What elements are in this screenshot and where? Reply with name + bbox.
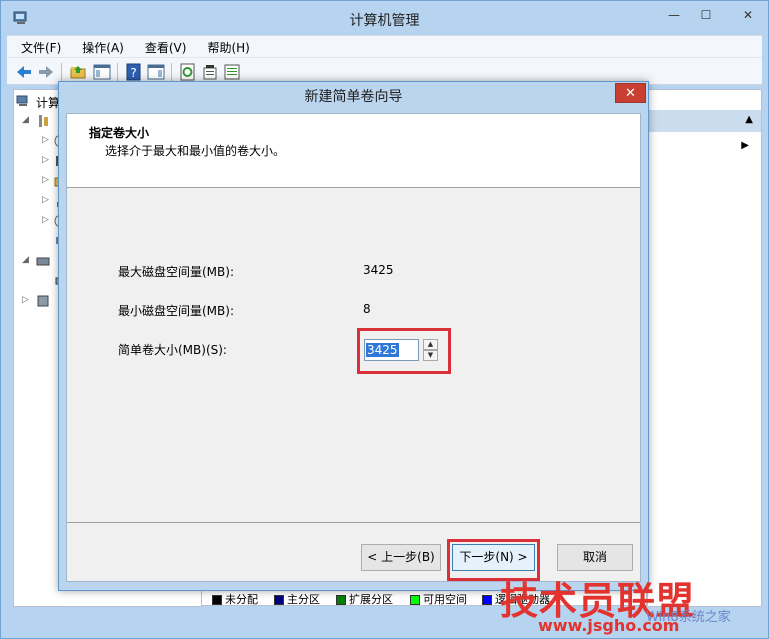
step-title: 指定卷大小 — [89, 126, 150, 140]
dialog-close-button[interactable]: ✕ — [615, 83, 646, 103]
watermark: 技术员联盟 Win8系统之家 www.jsgho.com — [498, 566, 769, 639]
collapsed-arrow-icon[interactable]: ▷ — [42, 175, 49, 185]
collapsed-arrow-icon[interactable]: ▷ — [42, 195, 49, 205]
system-tools-icon — [39, 115, 48, 127]
new-simple-volume-wizard: 新建简单卷向导 ✕ 指定卷大小 选择介于最大和最小值的卷大小。 最大磁盘空间量(… — [58, 81, 649, 591]
refresh-icon[interactable] — [179, 63, 197, 81]
show-hide-action-pane-icon[interactable] — [147, 63, 165, 81]
back-arrow-icon[interactable] — [15, 63, 33, 81]
toolbar-separator — [117, 63, 118, 81]
back-button[interactable]: < 上一步(B) — [361, 544, 441, 571]
action-pane: ▲ ▶ — [647, 89, 762, 607]
menu-bar: 文件(F) 操作(A) 查看(V) 帮助(H) — [7, 35, 762, 57]
max-space-value: 3425 — [363, 263, 394, 277]
menu-action[interactable]: 操作(A) — [68, 36, 131, 56]
minimize-button[interactable]: — — [661, 7, 687, 25]
toolbar-separator — [171, 63, 172, 81]
legend-primary: 主分区 — [274, 591, 320, 606]
folder-up-icon[interactable] — [69, 63, 87, 81]
legend-free: 可用空间 — [410, 591, 467, 606]
collapsed-arrow-icon[interactable]: ▷ — [42, 155, 49, 165]
volume-size-highlight: 3425 ▲ ▼ — [357, 328, 451, 374]
help-icon[interactable]: ? — [125, 63, 143, 81]
watermark-url: www.jsgho.com — [538, 616, 680, 635]
dialog-body: 指定卷大小 选择介于最大和最小值的卷大小。 最大磁盘空间量(MB): 3425 … — [66, 113, 641, 582]
max-space-label: 最大磁盘空间量(MB): — [118, 265, 234, 279]
svg-text:?: ? — [130, 66, 136, 80]
show-hide-tree-icon[interactable] — [93, 63, 111, 81]
services-icon — [37, 295, 49, 307]
wizard-header: 指定卷大小 选择介于最大和最小值的卷大小。 — [67, 114, 640, 188]
title-bar[interactable]: 计算机管理 — ☐ ✕ — [1, 1, 768, 35]
menu-file[interactable]: 文件(F) — [7, 36, 68, 56]
collapsed-arrow-icon[interactable]: ▷ — [22, 295, 29, 305]
footer-divider — [67, 522, 640, 523]
spin-up-button[interactable]: ▲ — [423, 339, 438, 350]
dialog-title: 新建简单卷向导 — [304, 89, 403, 105]
computer-management-icon — [16, 95, 28, 106]
export-list-icon[interactable] — [223, 63, 241, 81]
menu-help[interactable]: 帮助(H) — [193, 36, 256, 56]
expanded-arrow-icon[interactable]: ◢ — [22, 255, 29, 265]
menu-view[interactable]: 查看(V) — [131, 36, 194, 56]
volume-size-input[interactable]: 3425 — [364, 339, 419, 361]
min-space-label: 最小磁盘空间量(MB): — [118, 304, 234, 318]
expanded-arrow-icon[interactable]: ◢ — [22, 115, 29, 125]
toolbar-separator — [61, 63, 62, 81]
collapse-up-icon[interactable]: ▲ — [745, 114, 753, 125]
legend-extended: 扩展分区 — [336, 591, 393, 606]
collapsed-arrow-icon[interactable]: ▷ — [42, 135, 49, 145]
storage-icon — [36, 257, 50, 266]
legend-unallocated: 未分配 — [212, 591, 258, 606]
maximize-button[interactable]: ☐ — [693, 7, 719, 25]
volume-size-value: 3425 — [366, 343, 399, 357]
min-space-value: 8 — [363, 302, 371, 316]
volume-size-stepper: ▲ ▼ — [423, 339, 438, 361]
action-pane-header[interactable]: ▲ — [648, 110, 761, 132]
more-actions-arrow-icon[interactable]: ▶ — [741, 140, 749, 151]
close-button[interactable]: ✕ — [735, 7, 761, 25]
volume-size-label: 简单卷大小(MB)(S): — [118, 343, 227, 357]
step-subtitle: 选择介于最大和最小值的卷大小。 — [105, 144, 286, 158]
window-title: 计算机管理 — [349, 13, 420, 29]
spin-down-button[interactable]: ▼ — [423, 350, 438, 361]
forward-arrow-icon[interactable] — [37, 63, 55, 81]
tree-root-label: 计算 — [36, 96, 61, 110]
properties-icon[interactable] — [201, 63, 219, 81]
collapsed-arrow-icon[interactable]: ▷ — [42, 215, 49, 225]
